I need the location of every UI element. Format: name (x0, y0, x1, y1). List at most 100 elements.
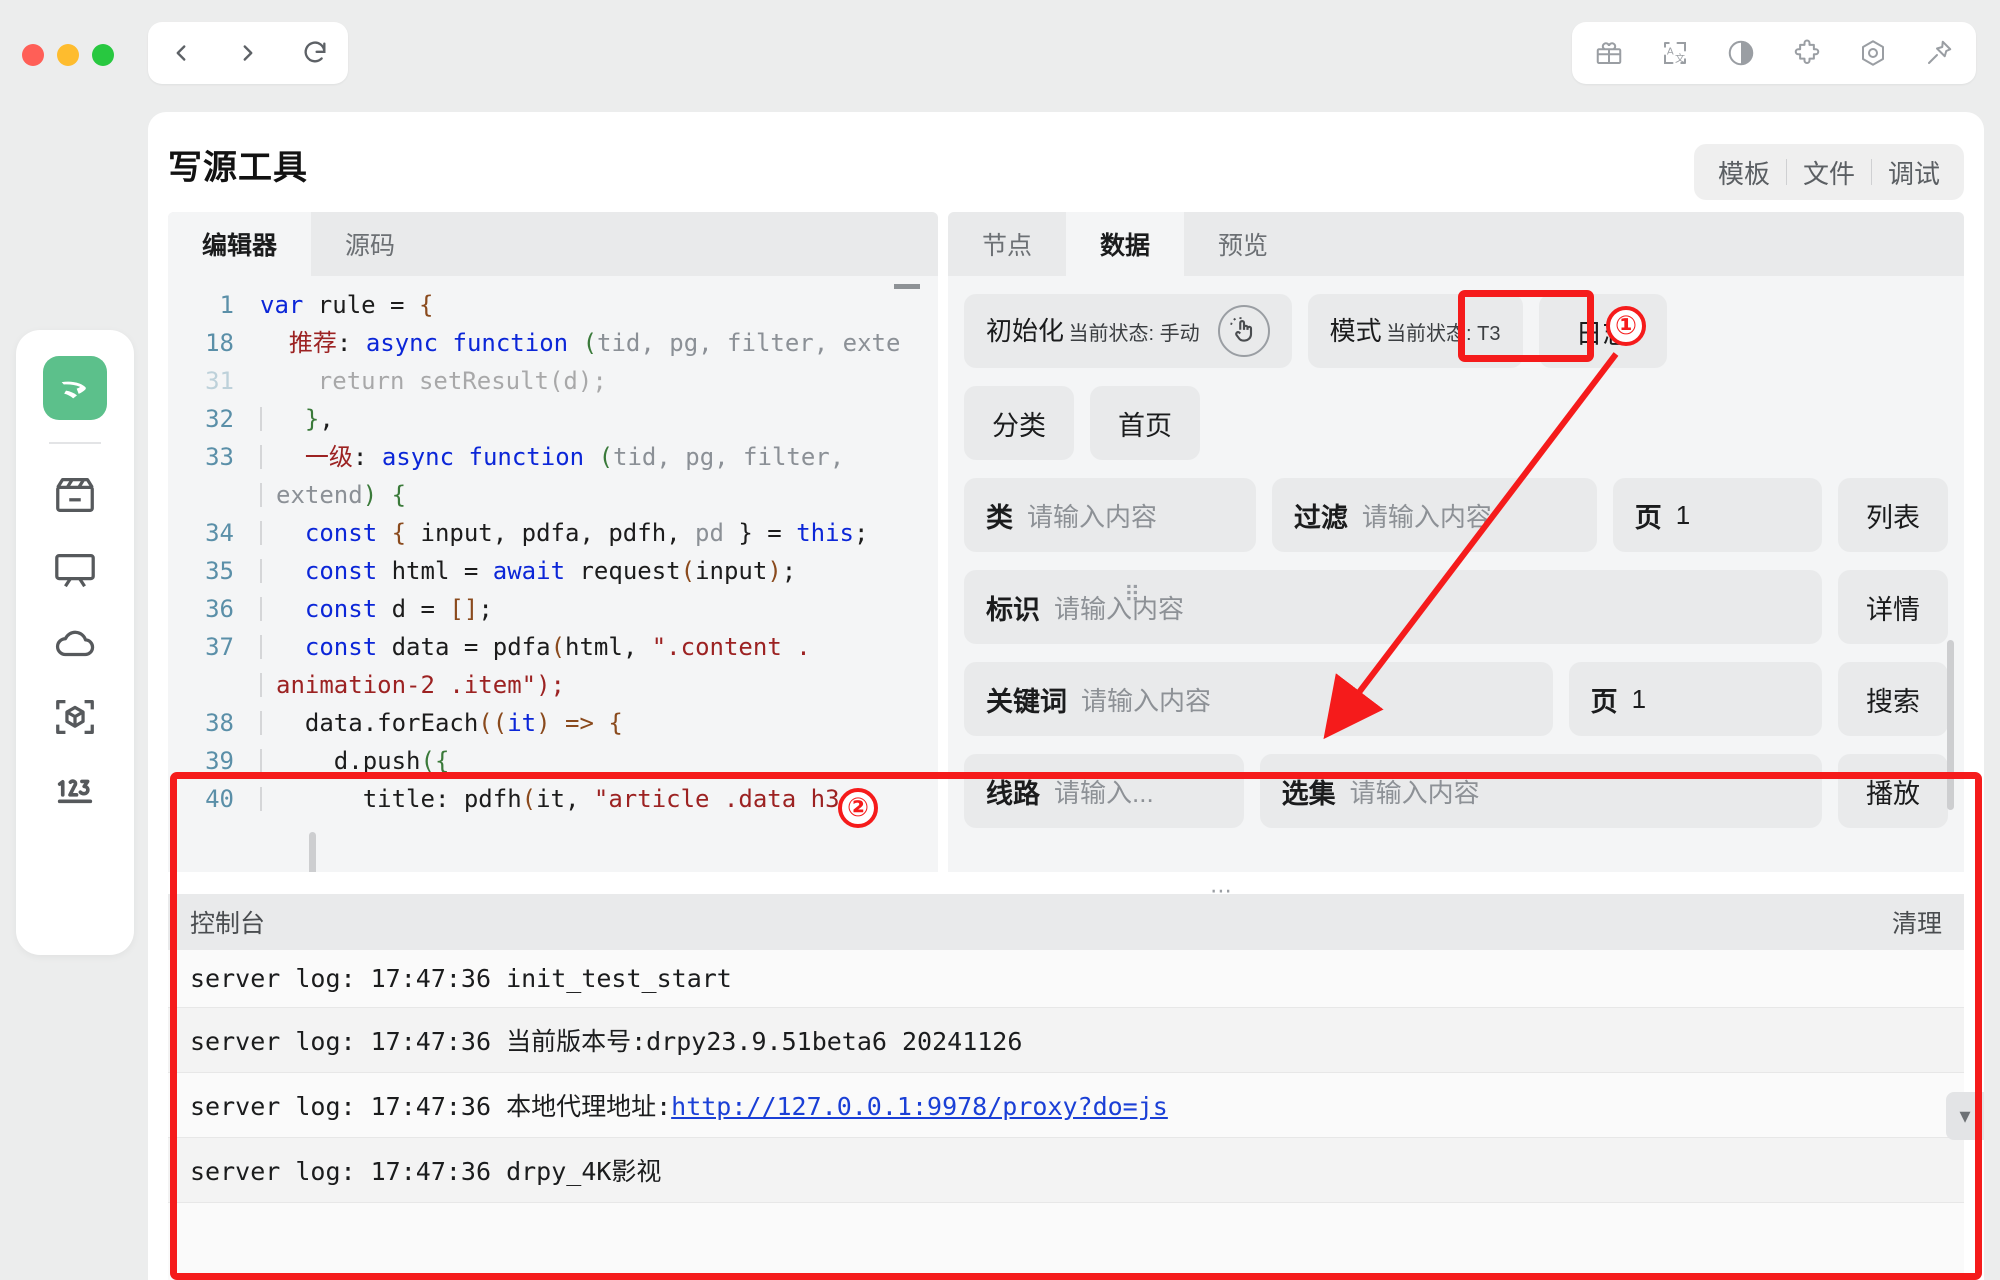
code-token: 推荐 (288, 329, 337, 357)
class-input[interactable]: 请输入内容 (1027, 497, 1157, 534)
detail-action-button[interactable]: 详情 (1838, 570, 1948, 644)
collapse-icon[interactable] (894, 284, 920, 289)
code-token: const (304, 557, 392, 585)
browser-chrome: A文 (0, 0, 2000, 108)
reload-icon[interactable] (295, 33, 335, 73)
code-token: ( (550, 633, 566, 661)
code-line: animation-2 .item"); (168, 666, 938, 704)
filter-input[interactable]: 请输入内容 (1362, 497, 1492, 534)
code-indent-guide (260, 711, 262, 735)
keyword-field[interactable]: 关键词 请输入内容 (964, 662, 1553, 736)
editor-scrollbar[interactable] (309, 832, 316, 872)
console-log-line: server log: 17:47:36 drpy_4K影视 (168, 1138, 1964, 1203)
dock-item-box-scan[interactable] (43, 680, 107, 754)
code-token: animation-2 .item"); (276, 671, 565, 699)
vertical-splitter-handle[interactable]: ⠿ (1124, 582, 1142, 608)
code-line: 1 var rule = { (168, 286, 938, 324)
dock-item-numbers-123[interactable] (43, 754, 107, 828)
settings-hex-icon[interactable] (1852, 32, 1894, 74)
gift-icon[interactable] (1588, 32, 1630, 74)
back-icon[interactable] (161, 33, 201, 73)
code-line: 34 const { input, pdfa, pdfh, pd } = thi… (168, 514, 938, 552)
list-action-button[interactable]: 列表 (1838, 478, 1948, 552)
filter-field[interactable]: 过滤 请输入内容 (1271, 478, 1597, 552)
page-field-search[interactable]: 页 1 (1568, 662, 1822, 736)
pin-icon[interactable] (1918, 32, 1960, 74)
code-line-text: title: pdfh(it, "article .data h3 (260, 780, 840, 818)
category-button[interactable]: 分类 (964, 386, 1074, 460)
code-line-number: 1 (219, 291, 234, 319)
dock-item-cloud[interactable] (43, 606, 107, 680)
page-collapse-arrow-icon[interactable]: ▾ (1946, 1092, 1984, 1140)
keyword-input[interactable]: 请输入内容 (1081, 681, 1211, 718)
code-indent-guide (260, 787, 262, 811)
home-button[interactable]: 首页 (1090, 386, 1200, 460)
play-query-row: 线路 请输入... 选集 请输入内容 播放 (964, 754, 1948, 828)
route-input[interactable]: 请输入... (1054, 773, 1154, 810)
list-query-row: 类 请输入内容 过滤 请输入内容 页 1 列表 (964, 478, 1948, 552)
tab-node[interactable]: 节点 (948, 212, 1066, 276)
identifier-input[interactable]: 请输入内容 (1054, 589, 1184, 626)
code-token: d = (391, 595, 450, 623)
code-line: 18 推荐: async function (tid, pg, filter, … (168, 324, 938, 362)
code-token: ) (362, 481, 392, 509)
play-action-button[interactable]: 播放 (1838, 754, 1948, 828)
code-token: : (336, 329, 366, 357)
mode-status-chip[interactable]: 模式 当前状态: T3 (1307, 294, 1523, 368)
tab-preview[interactable]: 预览 (1184, 212, 1302, 276)
navigation-bar (148, 22, 348, 84)
page-field-list[interactable]: 页 1 (1612, 478, 1822, 552)
maximize-window-button[interactable] (92, 44, 114, 66)
code-line-number: 34 (205, 519, 234, 547)
tab-template[interactable]: 模板 (1702, 154, 1786, 191)
forward-icon[interactable] (228, 33, 268, 73)
tab-editor[interactable]: 编辑器 (168, 212, 312, 276)
status-row: 初始化 当前状态: 手动 模式 当前状态: T3 日志 (964, 294, 1948, 368)
code-token: ( (582, 329, 598, 357)
page-title: 写源工具 (168, 149, 308, 187)
mode-status: 当前状态: T3 (1386, 322, 1501, 345)
code-editor[interactable]: 1 var rule = {18 推荐: async function (tid,… (168, 276, 938, 872)
code-token: this (796, 519, 854, 547)
extensions-puzzle-icon[interactable] (1786, 32, 1828, 74)
tab-data[interactable]: 数据 (1066, 212, 1185, 276)
page-value[interactable]: 1 (1632, 684, 1646, 715)
dock-item-tv[interactable] (43, 532, 107, 606)
dock-item-clapperboard[interactable] (43, 458, 107, 532)
code-line-text: data.forEach((it) => { (260, 704, 623, 742)
identifier-label: 标识 (986, 594, 1040, 625)
code-token: rule (317, 291, 391, 319)
page-value[interactable]: 1 (1676, 500, 1690, 531)
code-token: : (352, 443, 382, 471)
code-indent-guide (260, 445, 262, 469)
pointer-cursor-icon[interactable] (1217, 305, 1270, 357)
code-token: d.push (276, 747, 421, 775)
search-action-button[interactable]: 搜索 (1838, 662, 1948, 736)
init-status-chip[interactable]: 初始化 当前状态: 手动 (964, 294, 1292, 368)
code-token: tid, pg, filter, (613, 443, 845, 471)
minimize-window-button[interactable] (57, 44, 79, 66)
identifier-field[interactable]: 标识 请输入内容 (964, 570, 1822, 644)
class-field[interactable]: 类 请输入内容 (964, 478, 1256, 552)
episode-input[interactable]: 请输入内容 (1350, 773, 1480, 810)
console-clear-button[interactable]: 清理 (1892, 904, 1942, 940)
code-line: 38 data.forEach((it) => { (168, 704, 938, 742)
proxy-url-link[interactable]: http://127.0.0.1:9978/proxy?do=js (671, 1092, 1168, 1121)
log-button[interactable]: 日志 (1538, 294, 1667, 368)
data-pane-scrollbar[interactable] (1947, 640, 1954, 810)
contrast-icon[interactable] (1720, 32, 1762, 74)
tab-debug[interactable]: 调试 (1872, 154, 1956, 191)
tab-file[interactable]: 文件 (1787, 154, 1871, 191)
translate-icon[interactable]: A文 (1654, 32, 1696, 74)
tab-source[interactable]: 源码 (311, 212, 429, 276)
page-label: 页 (1634, 502, 1662, 533)
route-field[interactable]: 线路 请输入... (964, 754, 1244, 828)
code-token: } (304, 405, 320, 433)
episode-field[interactable]: 选集 请输入内容 (1259, 754, 1822, 828)
close-window-button[interactable] (22, 44, 44, 66)
code-token: = (390, 291, 419, 319)
code-token: ; (854, 519, 869, 547)
drpy-logo-icon[interactable] (43, 356, 107, 420)
